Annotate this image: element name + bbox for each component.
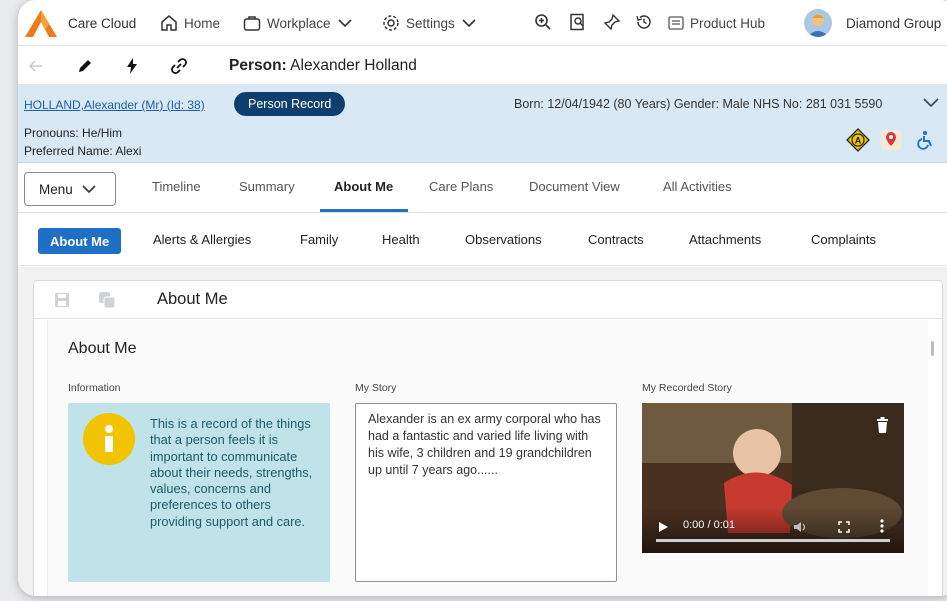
section-title: About Me [68, 340, 137, 357]
svg-text:A: A [855, 136, 862, 146]
menu-label: Menu [39, 181, 73, 197]
volume-icon[interactable] [793, 521, 807, 533]
chevron-down-icon[interactable] [921, 93, 941, 113]
subtab-contracts[interactable]: Contracts [588, 232, 644, 247]
video-time: 0:00 / 0:01 [683, 519, 735, 531]
briefcase-icon [243, 16, 261, 31]
card-title: About Me [157, 290, 228, 308]
person-toolbar: Person: Alexander Holland [18, 47, 947, 85]
workplace-nav[interactable]: Workplace [243, 10, 353, 36]
user-avatar[interactable] [804, 9, 832, 37]
gear-icon [383, 15, 399, 31]
chevron-down-icon [82, 185, 96, 194]
pin-icon[interactable] [602, 12, 622, 32]
my-recorded-story-label: My Recorded Story [642, 382, 732, 394]
app-window: Care Cloud Home Workplace Settings Produ… [18, 0, 947, 596]
demographics-text: Born: 12/04/1942 (80 Years) Gender: Male… [514, 97, 883, 111]
person-name: Alexander Holland [290, 57, 417, 74]
delete-icon[interactable] [876, 417, 889, 433]
home-icon [161, 15, 177, 31]
person-record-button[interactable]: Person Record [234, 92, 346, 116]
chevron-down-icon [462, 19, 476, 28]
tab-care-plans[interactable]: Care Plans [429, 179, 493, 194]
top-navigation-bar: Care Cloud Home Workplace Settings Produ… [18, 0, 947, 46]
tab-about-me[interactable]: About Me [334, 179, 393, 194]
product-hub-nav[interactable]: Product Hub [668, 10, 765, 36]
location-alert-icon[interactable] [879, 128, 903, 152]
play-icon[interactable] [657, 521, 669, 533]
info-icon [83, 413, 135, 465]
warning-a-icon[interactable]: A [846, 128, 870, 152]
history-icon[interactable] [634, 12, 654, 32]
subtab-alerts-allergies[interactable]: Alerts & Allergies [153, 232, 251, 247]
link-icon[interactable] [169, 56, 189, 76]
product-hub-label: Product Hub [690, 15, 766, 31]
home-label: Home [184, 15, 221, 31]
subtab-complaints[interactable]: Complaints [811, 232, 876, 247]
save-copy-icon[interactable] [98, 290, 116, 310]
app-name: Care Cloud [68, 16, 137, 31]
pencil-icon[interactable] [75, 56, 95, 76]
sub-tabs: About Me Alerts & Allergies Family Healt… [18, 214, 947, 266]
patient-link[interactable]: HOLLAND,Alexander (Mr) (Id: 38) [24, 98, 205, 112]
fullscreen-icon[interactable] [838, 521, 850, 533]
card-header: About Me [34, 281, 942, 319]
settings-label: Settings [406, 15, 455, 31]
settings-nav[interactable]: Settings [382, 10, 477, 36]
subtab-about-me[interactable]: About Me [38, 228, 122, 254]
subtab-family[interactable]: Family [300, 232, 338, 247]
person-prefix: Person: [229, 57, 287, 74]
subtab-attachments[interactable]: Attachments [689, 232, 761, 247]
main-tabs: Menu Timeline Summary About Me Care Plan… [18, 164, 947, 213]
menu-button[interactable]: Menu [24, 172, 116, 206]
my-story-label: My Story [355, 382, 397, 394]
workplace-label: Workplace [267, 15, 331, 31]
information-label: Information [68, 382, 121, 394]
recorded-story-video[interactable]: 0:00 / 0:01 [642, 403, 904, 553]
my-story-textarea[interactable]: Alexander is an ex army corporal who has… [355, 403, 617, 582]
tab-document-view[interactable]: Document View [529, 179, 620, 194]
active-tab-indicator [320, 209, 408, 212]
tab-all-activities[interactable]: All Activities [663, 179, 732, 194]
scrollbar-thumb[interactable] [931, 341, 934, 356]
zoom-in-icon[interactable] [533, 12, 553, 32]
preferred-name-text: Preferred Name: Alexi [24, 144, 142, 158]
home-nav[interactable]: Home [160, 10, 220, 36]
information-box: This is a record of the things that a pe… [68, 403, 330, 582]
tab-summary[interactable]: Summary [239, 179, 295, 194]
subtab-observations[interactable]: Observations [465, 232, 542, 247]
video-controls [642, 507, 904, 553]
more-options-icon[interactable] [879, 519, 885, 533]
about-me-section: About Me Information My Story My Recorde… [47, 320, 928, 596]
video-progress-bar[interactable] [656, 539, 890, 542]
person-title: Person: Alexander Holland [229, 57, 417, 75]
subtab-health[interactable]: Health [382, 232, 420, 247]
lightning-icon[interactable] [122, 56, 142, 76]
organisation-name[interactable]: Diamond Group [846, 16, 941, 31]
chevron-down-icon [337, 19, 352, 28]
about-me-card: About Me About Me Information My Story M… [33, 280, 943, 596]
product-hub-icon [668, 16, 684, 30]
pronouns-text: Pronouns: He/Him [24, 126, 123, 140]
wheelchair-icon[interactable] [914, 128, 938, 152]
tab-timeline[interactable]: Timeline [152, 179, 201, 194]
patient-banner: HOLLAND,Alexander (Mr) (Id: 38) Person R… [18, 85, 947, 163]
save-icon[interactable] [53, 290, 71, 310]
document-search-icon[interactable] [568, 12, 588, 32]
back-arrow-icon[interactable] [26, 56, 46, 76]
information-text: This is a record of the things that a pe… [150, 416, 313, 529]
care-cloud-logo [25, 10, 57, 37]
